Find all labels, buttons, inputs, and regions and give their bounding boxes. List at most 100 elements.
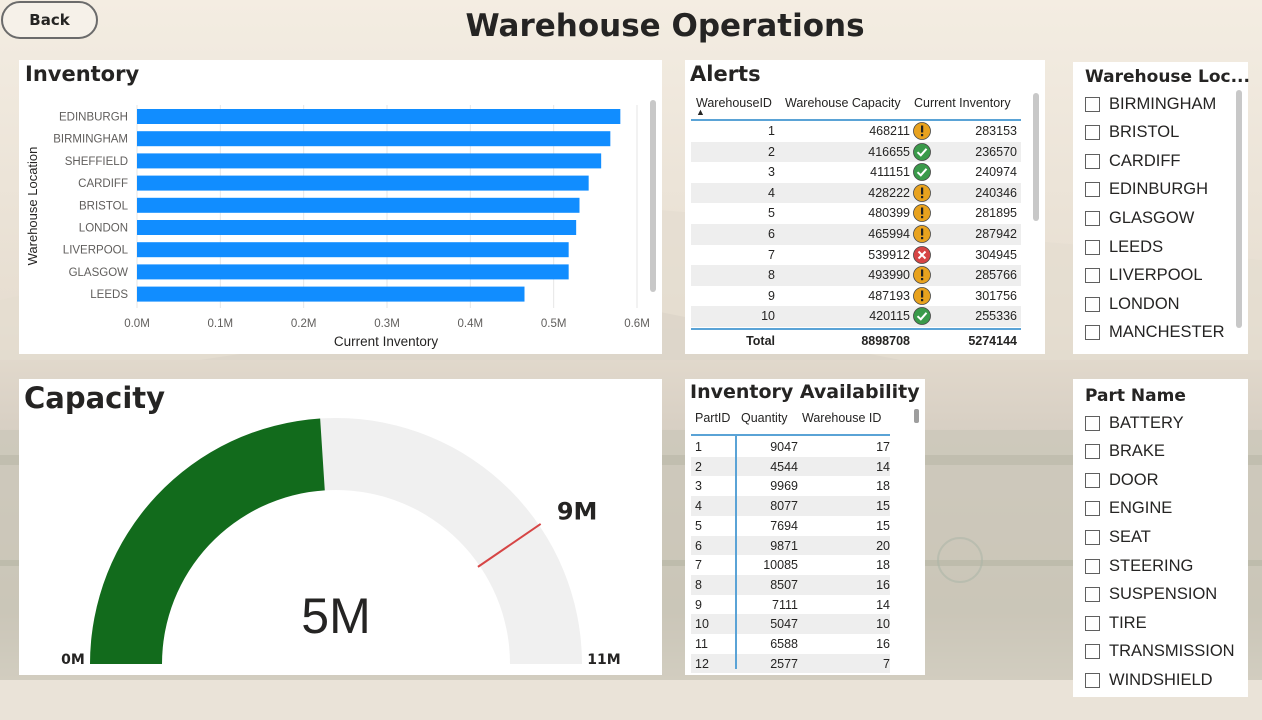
checkbox[interactable] (1085, 325, 1100, 341)
checkbox[interactable] (1085, 558, 1100, 574)
alerts-scrollbar[interactable] (1033, 93, 1039, 221)
x-axis-label: Current Inventory (334, 334, 439, 349)
table-row[interactable]: 2 4544 14 (691, 456, 890, 477)
table-row[interactable]: 8 8507 16 (691, 574, 890, 595)
checkbox[interactable] (1085, 210, 1100, 226)
slicer-item-glasgow[interactable]: GLASGOW (1085, 206, 1235, 230)
checkbox[interactable] (1085, 501, 1100, 517)
slicer-item-seat[interactable]: SEAT (1085, 525, 1235, 549)
slicer-item-transmission[interactable]: TRANSMISSION (1085, 640, 1235, 664)
table-row[interactable]: 4 8077 15 (691, 496, 890, 516)
checkbox[interactable] (1085, 239, 1100, 255)
warning-circle-icon (913, 266, 931, 285)
warehouse-id-cell: 3 (768, 165, 775, 180)
checkbox[interactable] (1085, 96, 1100, 112)
x-tick-label: 0.6M (624, 318, 650, 330)
part-id-cell: 6 (695, 538, 702, 553)
column-header-current-inventory[interactable]: Current Inventory (914, 96, 1011, 110)
column-header-warehouse-id[interactable]: Warehouse ID (802, 411, 881, 425)
exclamation-bar (921, 207, 924, 215)
availability-scrollbar[interactable] (914, 409, 919, 423)
slicer-item-edinburgh[interactable]: EDINBURGH (1085, 178, 1235, 202)
table-row[interactable]: 11 6588 16 (691, 634, 890, 654)
chart-scrollbar[interactable] (650, 100, 656, 292)
table-row[interactable]: 7 10085 18 (691, 555, 890, 575)
capacity-cell: 465994 (868, 227, 910, 241)
quantity-cell: 2577 (770, 656, 798, 671)
table-row[interactable]: 10 5047 10 (691, 614, 890, 634)
gauge-value-label: 5M (301, 588, 370, 644)
checkbox[interactable] (1085, 615, 1100, 631)
capacity-cell: 480399 (868, 206, 910, 221)
table-row[interactable]: 3 9969 18 (691, 476, 890, 496)
warehouse-id-cell: 14 (876, 459, 890, 474)
slicer-item-engine[interactable]: ENGINE (1085, 497, 1235, 521)
bar (137, 220, 577, 235)
slicer-item-label: EDINBURGH (1109, 180, 1209, 199)
inventory-cell: 240974 (975, 165, 1017, 180)
column-header-quantity[interactable]: Quantity (741, 411, 788, 425)
slicer-item-suspension[interactable]: SUSPENSION (1085, 583, 1235, 607)
checkbox[interactable] (1085, 153, 1100, 169)
checkbox[interactable] (1085, 587, 1100, 603)
checkbox[interactable] (1085, 444, 1100, 460)
table-row[interactable]: 9 7111 14 (691, 595, 890, 615)
table-row[interactable]: 2 416655 236570 (691, 141, 1021, 163)
checkbox[interactable] (1085, 415, 1100, 431)
slicer-item-liverpool[interactable]: LIVERPOOL (1085, 264, 1235, 288)
slicer-item-brake[interactable]: BRAKE (1085, 440, 1235, 464)
table-row[interactable]: 6 9871 20 (691, 535, 890, 556)
column-header-part-id[interactable]: PartID (695, 411, 730, 425)
checkbox[interactable] (1085, 296, 1100, 312)
check-circle-icon (913, 307, 931, 326)
table-row[interactable]: 10 420115 255336 (691, 306, 1021, 327)
checkbox[interactable] (1085, 644, 1100, 660)
checkbox[interactable] (1085, 268, 1100, 284)
column-header-warehouse-id[interactable]: WarehouseID (696, 96, 772, 110)
slicer-item-bristol[interactable]: BRISTOL (1085, 121, 1235, 145)
table-row[interactable]: 3 411151 240974 (691, 162, 1021, 183)
table-row[interactable]: 4 428222 240346 (691, 182, 1021, 204)
table-row[interactable]: 7 539912 304945 (691, 245, 1021, 266)
gauge-max-label: 11M (587, 652, 620, 668)
slicer-item-leeds[interactable]: LEEDS (1085, 235, 1235, 259)
warning-circle-icon (913, 225, 931, 243)
part-id-cell: 11 (695, 637, 708, 651)
slicer-item-cardiff[interactable]: CARDIFF (1085, 149, 1235, 173)
warehouse-id-cell: 16 (876, 577, 890, 592)
slicer-item-steering[interactable]: STEERING (1085, 554, 1235, 578)
total-capacity: 8898708 (861, 334, 910, 348)
checkbox[interactable] (1085, 472, 1100, 488)
inventory-cell: 255336 (975, 309, 1017, 324)
exclamation-dot (921, 134, 924, 137)
slicer-item-battery[interactable]: BATTERY (1085, 411, 1235, 435)
checkbox[interactable] (1085, 672, 1100, 688)
slicer-item-manchester[interactable]: MANCHESTER (1085, 321, 1235, 345)
slicer-item-label: BATTERY (1109, 413, 1184, 432)
capacity-gauge: 5M 0M 11M 9M (61, 418, 621, 668)
slicer-item-door[interactable]: DOOR (1085, 468, 1235, 492)
slicer-item-windshield[interactable]: WINDSHIELD (1085, 668, 1235, 692)
table-row[interactable]: 1 9047 17 (691, 437, 890, 457)
table-row[interactable]: 8 493990 285766 (691, 265, 1021, 286)
slicer-item-birmingham[interactable]: BIRMINGHAM (1085, 92, 1235, 116)
checkbox[interactable] (1085, 125, 1100, 141)
y-tick-label: GLASGOW (69, 267, 129, 279)
column-header-warehouse-capacity[interactable]: Warehouse Capacity (785, 96, 901, 110)
table-row[interactable]: 9 487193 301756 (691, 286, 1021, 307)
table-row[interactable]: 1 468211 283153 (691, 121, 1021, 142)
slicer-item-label: TIRE (1109, 613, 1147, 632)
checkbox[interactable] (1085, 182, 1100, 198)
slicer-item-london[interactable]: LONDON (1085, 292, 1235, 316)
warehouse-id-cell: 14 (876, 597, 890, 612)
warehouse-id-cell: 5 (768, 206, 775, 221)
table-row[interactable]: 12 2577 7 (691, 653, 890, 674)
inventory-cell: 283153 (975, 124, 1017, 138)
table-row[interactable]: 6 465994 287942 (691, 224, 1021, 245)
slicer-scrollbar[interactable] (1236, 90, 1242, 328)
warning-circle-icon (913, 183, 931, 202)
table-row[interactable]: 5 480399 281895 (691, 203, 1021, 224)
table-row[interactable]: 5 7694 15 (691, 516, 890, 536)
slicer-item-tire[interactable]: TIRE (1085, 611, 1235, 635)
checkbox[interactable] (1085, 529, 1100, 545)
